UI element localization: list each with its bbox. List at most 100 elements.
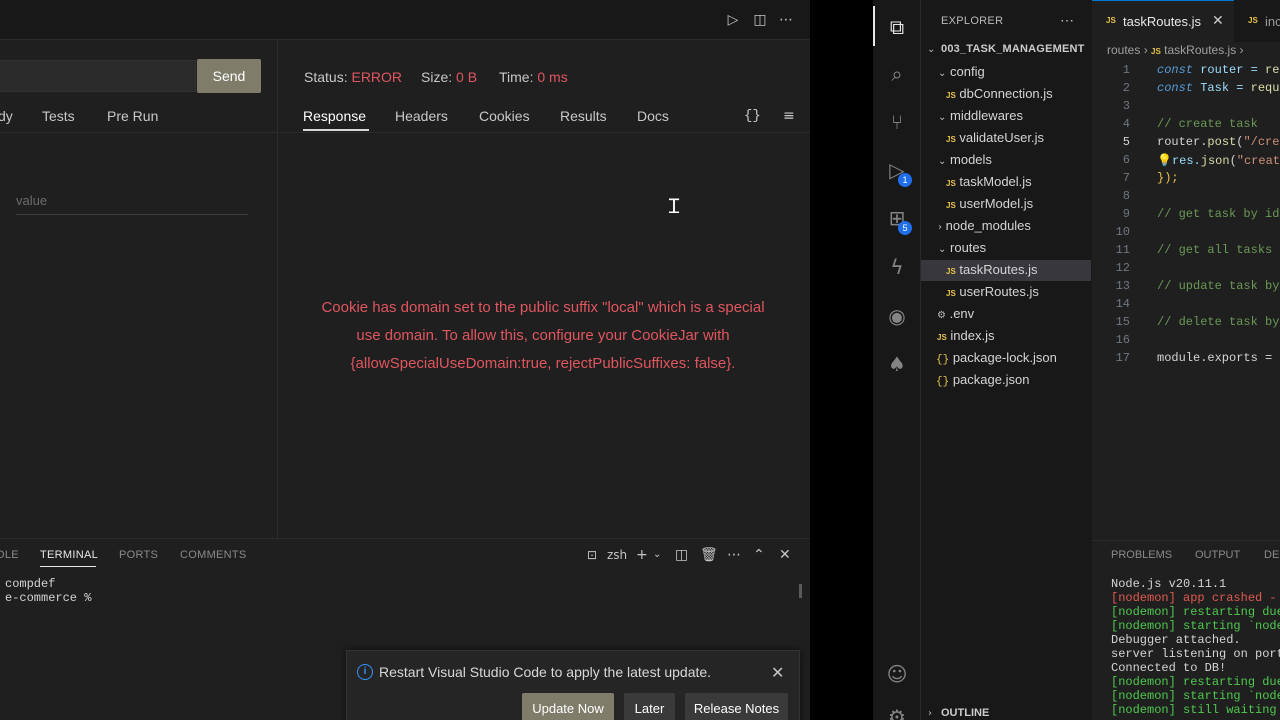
tab-debug-console[interactable]: DE [1264,549,1279,561]
add-terminal-icon[interactable]: + [636,547,648,563]
lightbulb-icon: 💡 [1157,154,1172,168]
code-comment[interactable]: // get task by id [1157,207,1279,221]
menu-icon[interactable]: ≡ [783,108,795,124]
line-number: 13 [1115,279,1130,293]
code-line[interactable]: 💡res.json("creat [1157,153,1280,168]
line-number: 6 [1122,153,1130,167]
file-package[interactable]: {} package.json [936,372,1029,388]
release-notes-button[interactable]: Release Notes [685,693,788,720]
split-editor-icon[interactable]: ◫ [752,12,768,28]
account-icon[interactable]: ☺ [885,662,909,686]
file-userroutes[interactable]: JS userRoutes.js [946,284,1039,299]
js-file-icon: JS [1248,16,1258,25]
notification-text: Restart Visual Studio Code to apply the … [379,664,712,680]
line-number: 2 [1122,81,1130,95]
tab-problems[interactable]: PROBLEMS [1111,549,1172,561]
code-line[interactable]: module.exports = [1157,351,1272,365]
chevron-right-icon[interactable]: › [928,708,932,719]
file-usermodel[interactable]: JS userModel.js [946,196,1033,211]
folder-node-modules[interactable]: › node_modules [938,218,1031,233]
outline-section[interactable]: OUTLINE [941,707,989,719]
github-icon[interactable]: ◉ [885,304,909,328]
error-line: use domain. To allow this, configure you… [356,327,730,344]
more-actions-icon[interactable]: ⋯ [727,547,741,563]
line-number: 8 [1122,189,1130,203]
tab-pre-run[interactable]: Pre Run [107,108,158,124]
line-number: 3 [1122,99,1130,113]
divider [279,132,810,133]
later-button[interactable]: Later [624,693,675,720]
scrollbar[interactable] [799,584,802,598]
thunder-client-icon[interactable]: ϟ [885,255,909,279]
tab-terminal[interactable]: TERMINAL [40,549,98,561]
file-dbconnection[interactable]: JS dbConnection.js [946,86,1053,101]
folder-config[interactable]: ⌄ config [938,64,985,79]
trash-icon[interactable]: 🗑 [700,547,718,563]
send-button[interactable]: Send [197,59,261,93]
tab-label[interactable]: taskRoutes.js [1123,14,1201,29]
file-taskroutes[interactable]: JS taskRoutes.js [946,262,1037,277]
tab-tests[interactable]: Tests [42,108,75,124]
close-panel-icon[interactable]: ✕ [779,547,791,563]
js-file-icon: JS [946,289,956,298]
size-value: 0 B [456,69,478,85]
breadcrumb-item[interactable]: routes [1107,43,1140,57]
file-index[interactable]: JS index.js [937,328,995,343]
code-comment[interactable]: // delete task by [1157,315,1279,329]
chevron-down-icon[interactable]: ⌄ [927,44,935,55]
explorer-icon[interactable]: ⧉ [885,15,909,39]
code-line[interactable]: const router = re [1157,63,1279,77]
run-icon[interactable]: ▷ [725,12,741,28]
close-icon[interactable]: ✕ [771,663,784,682]
active-indicator [873,6,875,46]
folder-routes[interactable]: ⌄ routes [938,240,986,255]
more-actions-icon[interactable]: ⋯ [778,12,794,28]
tab-body[interactable]: dy [0,108,13,124]
shell-name[interactable]: zsh [607,547,627,563]
value-input[interactable]: value [16,193,248,215]
url-input[interactable] [0,60,196,92]
code-comment[interactable]: // update task by [1157,279,1279,293]
tab-results[interactable]: Results [560,108,607,124]
search-icon[interactable]: ⌕ [885,62,909,86]
folder-models[interactable]: ⌄ models [938,152,992,167]
tab-cookies[interactable]: Cookies [479,108,530,124]
chevron-down-icon[interactable]: ⌄ [653,547,661,563]
file-taskmodel[interactable]: JS taskModel.js [946,174,1032,189]
update-now-button[interactable]: Update Now [522,693,614,720]
project-folder[interactable]: 003_TASK_MANAGEMENT [941,43,1085,55]
code-line[interactable]: router.post("/cre [1157,135,1279,149]
code-line[interactable]: const Task = requ [1157,81,1279,95]
tab-label[interactable]: inc [1265,14,1280,29]
line-number: 10 [1115,225,1130,239]
tab-headers[interactable]: Headers [395,108,448,124]
file-validateuser[interactable]: JS validateUser.js [946,130,1044,145]
mongodb-leaf-icon[interactable]: ♠ [885,352,909,376]
tab-docs[interactable]: Docs [637,108,669,124]
braces-icon[interactable]: {} [744,108,761,124]
js-file-icon: JS [1151,47,1161,56]
divider [0,132,278,133]
code-line[interactable]: }); [1157,171,1179,185]
tab-response[interactable]: Response [303,108,366,124]
settings-gear-icon[interactable]: ⚙ [885,705,909,720]
close-tab-icon[interactable]: ✕ [1212,13,1224,29]
terminal-line: Node.js v20.11.1 [1111,577,1227,591]
tab-ports[interactable]: PORTS [119,549,158,561]
more-actions-icon[interactable]: ⋯ [1060,12,1074,29]
split-terminal-icon[interactable]: ◫ [675,547,688,563]
source-control-icon[interactable]: ⑂ [885,110,909,134]
tab-output[interactable]: OUTPUT [1195,549,1240,561]
code-comment[interactable]: // get all tasks [1157,243,1272,257]
terminal-line: Debugger attached. [1111,633,1241,647]
code-comment[interactable]: // create task [1157,117,1258,131]
maximize-panel-icon[interactable]: ⌃ [753,547,765,563]
tab-console[interactable]: OLE [0,549,19,561]
status-value: ERROR [351,69,403,85]
error-message: Cookie has domain set to the public suff… [300,294,786,378]
folder-middlewares[interactable]: ⌄ middlewares [938,108,1023,123]
tab-comments[interactable]: COMMENTS [180,549,247,561]
file-package-lock[interactable]: {} package-lock.json [936,350,1057,366]
file-env[interactable]: ⚙ .env [937,306,974,321]
breadcrumb-item[interactable]: taskRoutes.js [1164,43,1236,57]
